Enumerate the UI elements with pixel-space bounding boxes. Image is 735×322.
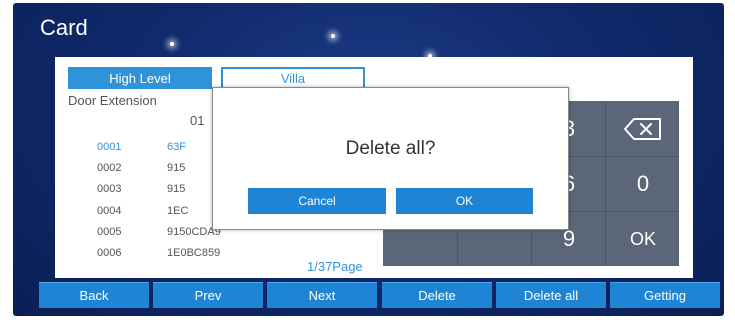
- card-code: 63F: [167, 141, 186, 153]
- confirm-dialog: Delete all? Cancel OK: [212, 87, 569, 230]
- dialog-message: Delete all?: [345, 138, 436, 159]
- prev-button[interactable]: Prev: [153, 282, 263, 308]
- ok-button[interactable]: OK: [396, 188, 533, 214]
- screen: Card High Level Villa Door Extension 01 …: [13, 3, 724, 316]
- cancel-button[interactable]: Cancel: [248, 188, 386, 214]
- key-ok[interactable]: OK: [607, 213, 679, 265]
- row-number: 0005: [97, 226, 122, 238]
- card-code: 1EC: [167, 205, 189, 217]
- star-decoration: [170, 42, 174, 46]
- page-indicator: 1/37Page: [307, 259, 363, 274]
- tab-villa[interactable]: Villa: [221, 67, 365, 89]
- backspace-icon: [624, 118, 661, 140]
- row-number: 0003: [97, 183, 122, 195]
- key-0[interactable]: 0: [607, 158, 679, 210]
- backspace-key[interactable]: [607, 103, 679, 155]
- next-button[interactable]: Next: [267, 282, 377, 308]
- column-value: 01: [190, 113, 205, 128]
- row-number: 0006: [97, 247, 122, 259]
- door-extension-label: Door Extension: [68, 93, 157, 108]
- row-number: 0001: [97, 141, 122, 153]
- delete-all-button[interactable]: Delete all: [496, 282, 606, 308]
- card-code: 915: [167, 162, 186, 174]
- star-decoration: [331, 34, 335, 38]
- row-number: 0002: [97, 162, 122, 174]
- delete-button[interactable]: Delete: [382, 282, 492, 308]
- card-code: 1E0BC859: [167, 247, 221, 259]
- back-button[interactable]: Back: [39, 282, 149, 308]
- getting-button[interactable]: Getting: [610, 282, 720, 308]
- card-code: 915: [167, 183, 186, 195]
- row-number: 0004: [97, 205, 122, 217]
- tab-high-level[interactable]: High Level: [68, 67, 212, 89]
- page-title: Card: [40, 15, 88, 40]
